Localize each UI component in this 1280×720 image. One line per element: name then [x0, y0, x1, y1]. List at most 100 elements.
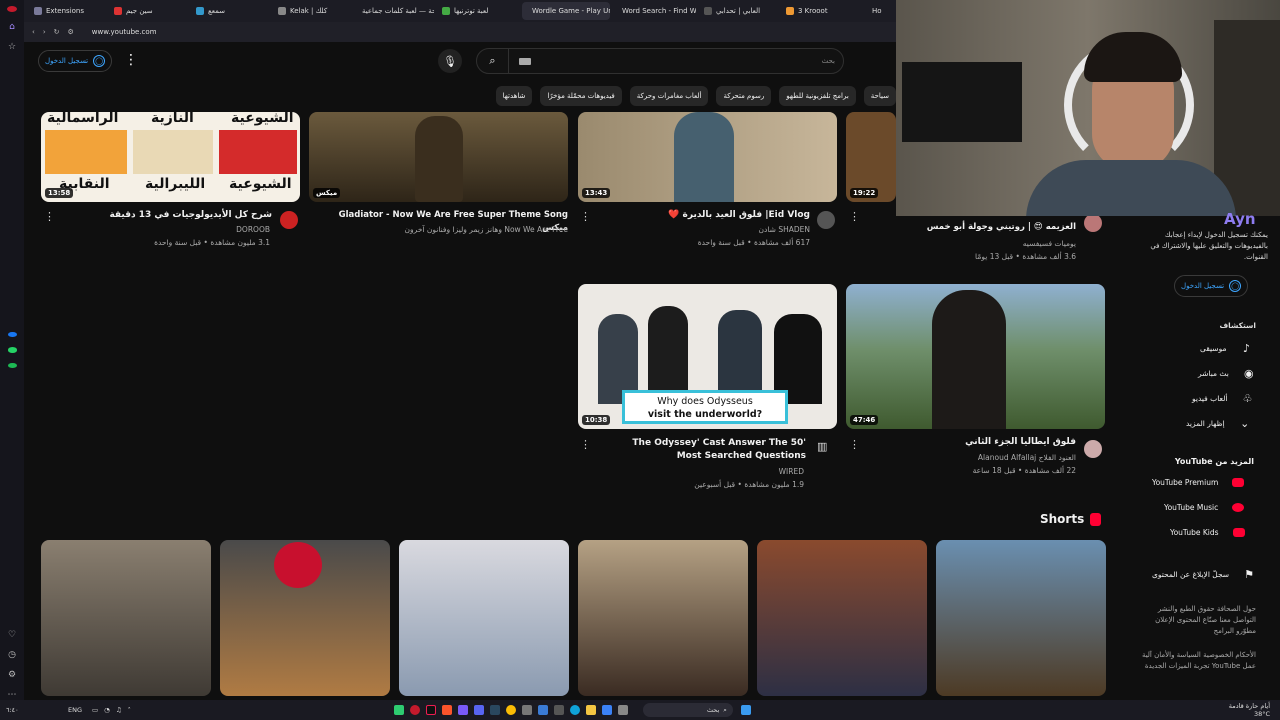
- video-thumbnail[interactable]: ميكس: [309, 112, 568, 202]
- video-title[interactable]: فلوق ايطاليا الجزء الثاني: [904, 436, 1076, 449]
- video-channel[interactable]: DOROOB: [100, 224, 270, 236]
- app-icon[interactable]: [393, 705, 404, 715]
- chip[interactable]: فيديوهات محمّلة مؤخرًا: [540, 86, 622, 106]
- tab-3[interactable]: سمعع: [190, 2, 270, 20]
- weather-widget[interactable]: أيام حارة قادمة 38°C: [1229, 702, 1270, 718]
- language-indicator[interactable]: ENG: [68, 706, 82, 714]
- search-input[interactable]: بحث: [822, 57, 835, 65]
- keyboard-icon[interactable]: [519, 57, 531, 65]
- tab-11[interactable]: Ho: [862, 2, 886, 20]
- reload-icon[interactable]: ↻: [54, 28, 60, 36]
- video-channel[interactable]: العنود الفلاج Alanoud Alfallaj: [904, 452, 1076, 464]
- opera-logo-icon[interactable]: [7, 6, 17, 12]
- chip[interactable]: برامج تلفزيونية للطهو: [779, 86, 856, 106]
- video-thumbnail[interactable]: الرأسمالية النازية الشيوعية النقابية الل…: [41, 112, 300, 202]
- tab-10[interactable]: 3 Krooot: [780, 2, 860, 20]
- app-icon[interactable]: [553, 705, 564, 715]
- home-icon[interactable]: ⌂: [6, 22, 18, 32]
- sidebar-item-show-more[interactable]: إظهار المزيد ⌄: [1186, 417, 1251, 430]
- app-icon[interactable]: [521, 705, 532, 715]
- video-menu-icon[interactable]: ⋮: [849, 210, 860, 223]
- video-channel[interactable]: يوميات فسيفسيه: [904, 238, 1076, 250]
- video-thumbnail[interactable]: 47:46: [846, 284, 1105, 429]
- explorer-icon[interactable]: [585, 705, 596, 715]
- video-title[interactable]: 'The Odyssey' Cast Answer The 50 Most Se…: [612, 437, 806, 463]
- tab-9[interactable]: العابي | تحدابي: [698, 2, 778, 20]
- chip[interactable]: شاهدتها: [495, 86, 533, 106]
- chip[interactable]: رسوم متحركة: [716, 86, 772, 106]
- channel-avatar[interactable]: [1084, 214, 1102, 232]
- chrome-icon[interactable]: [505, 705, 516, 715]
- video-title[interactable]: شرح كل الأيديولوجيات في 13 دقيقة: [100, 209, 272, 222]
- tab-wordle[interactable]: Wordle Game - Play Unlim: [522, 2, 610, 20]
- sidebar-item-music[interactable]: موسيقى ♪: [1200, 342, 1252, 355]
- opera-icon[interactable]: [409, 705, 420, 715]
- signin-button[interactable]: تسجيل الدخول ◯: [38, 50, 113, 72]
- chip[interactable]: سياحة: [863, 86, 896, 106]
- chevron-up-icon[interactable]: ˄: [128, 706, 131, 714]
- short-thumbnail[interactable]: [578, 540, 748, 696]
- steam-icon[interactable]: [489, 705, 500, 715]
- url-field[interactable]: www.youtube.com: [92, 28, 157, 36]
- video-title[interactable]: العزيمه 😍 | روتيني وجولة أبو خمس: [904, 221, 1076, 234]
- messenger-icon[interactable]: [7, 331, 17, 338]
- volume-icon[interactable]: ♫: [116, 706, 122, 714]
- video-title[interactable]: Eid Vlog| فلوق العيد بالديرة ❤️: [640, 209, 810, 222]
- whatsapp-icon[interactable]: [7, 347, 17, 353]
- app-icon[interactable]: [537, 705, 548, 715]
- channel-avatar[interactable]: [817, 211, 835, 229]
- chip[interactable]: ألعاب مغامرات وحركة: [629, 86, 709, 106]
- sidebar-item-premium[interactable]: YouTube Premium: [1152, 478, 1245, 487]
- brave-icon[interactable]: [441, 705, 452, 715]
- heart-icon[interactable]: ♡: [6, 630, 18, 640]
- pin-icon[interactable]: ☆: [6, 42, 18, 52]
- video-menu-icon[interactable]: ⋮: [580, 438, 591, 451]
- sidebar-signin-button[interactable]: تسجيل الدخول ◯: [1174, 275, 1249, 297]
- settings-menu-icon[interactable]: ⋮: [124, 52, 138, 68]
- video-thumbnail[interactable]: 13:43: [578, 112, 837, 202]
- windows-start-icon[interactable]: [740, 705, 751, 715]
- video-menu-icon[interactable]: ⋮: [849, 438, 860, 451]
- video-thumbnail[interactable]: Why does Odysseus visit the underworld? …: [578, 284, 837, 429]
- settings-icon[interactable]: ⚙: [6, 670, 18, 680]
- sidebar-item-live[interactable]: بث مباشر ◉: [1198, 367, 1255, 380]
- short-thumbnail[interactable]: [757, 540, 927, 696]
- back-icon[interactable]: ‹: [32, 28, 35, 36]
- channel-avatar[interactable]: [280, 211, 298, 229]
- tiktok-icon[interactable]: [425, 705, 436, 715]
- footer-links[interactable]: حول الصحافة حقوق الطبع والنشر التواصل مع…: [1138, 604, 1256, 637]
- channel-avatar[interactable]: ▥: [817, 440, 833, 456]
- mic-icon[interactable]: 🎙: [438, 49, 462, 73]
- short-thumbnail[interactable]: [936, 540, 1106, 696]
- history-icon[interactable]: ◷: [6, 650, 18, 660]
- video-menu-icon[interactable]: ⋮: [580, 210, 591, 223]
- app-icon[interactable]: [457, 705, 468, 715]
- taskbar-search[interactable]: بحث ⌕: [642, 703, 733, 717]
- spotify-icon[interactable]: [7, 362, 17, 368]
- video-thumbnail[interactable]: 19:22: [846, 112, 896, 202]
- edge-icon[interactable]: [569, 705, 580, 715]
- footer-links[interactable]: الأحكام الخصوصية السياسة والأمان آلية عم…: [1138, 650, 1256, 672]
- sidebar-item-kids[interactable]: YouTube Kids: [1170, 528, 1245, 537]
- tab-2[interactable]: سين جيم: [108, 2, 188, 20]
- video-channel[interactable]: SHADEN شادن: [640, 224, 810, 236]
- video-menu-icon[interactable]: ⋮: [44, 210, 55, 223]
- sidebar-item-report[interactable]: سجلّ الإبلاغ عن المحتوى ⚑: [1152, 568, 1255, 581]
- short-thumbnail[interactable]: [399, 540, 569, 696]
- more-icon[interactable]: ⋯: [6, 690, 18, 700]
- search-box[interactable]: ⌕ بحث: [476, 48, 844, 74]
- tab-4[interactable]: Kelak | كلك: [272, 2, 350, 20]
- sidebar-item-music-app[interactable]: YouTube Music: [1164, 503, 1245, 512]
- discord-icon[interactable]: [473, 705, 484, 715]
- tab-5[interactable]: لمحة — لعبة كلمات جماعية: [352, 2, 434, 20]
- tab-extensions[interactable]: Extensions: [28, 2, 106, 20]
- forward-icon[interactable]: ›: [43, 28, 46, 36]
- short-thumbnail[interactable]: [220, 540, 390, 696]
- sidebar-item-gaming[interactable]: ألعاب فيديو ♧: [1192, 392, 1253, 405]
- channel-avatar[interactable]: [1084, 440, 1102, 458]
- site-info-icon[interactable]: ⚙: [68, 28, 74, 36]
- video-channel[interactable]: Now We Are Free وهانز زيمر وليزا وفنانون…: [340, 224, 568, 236]
- app-icon[interactable]: [601, 705, 612, 715]
- app-icon[interactable]: [617, 705, 628, 715]
- wifi-icon[interactable]: ◔: [104, 706, 110, 714]
